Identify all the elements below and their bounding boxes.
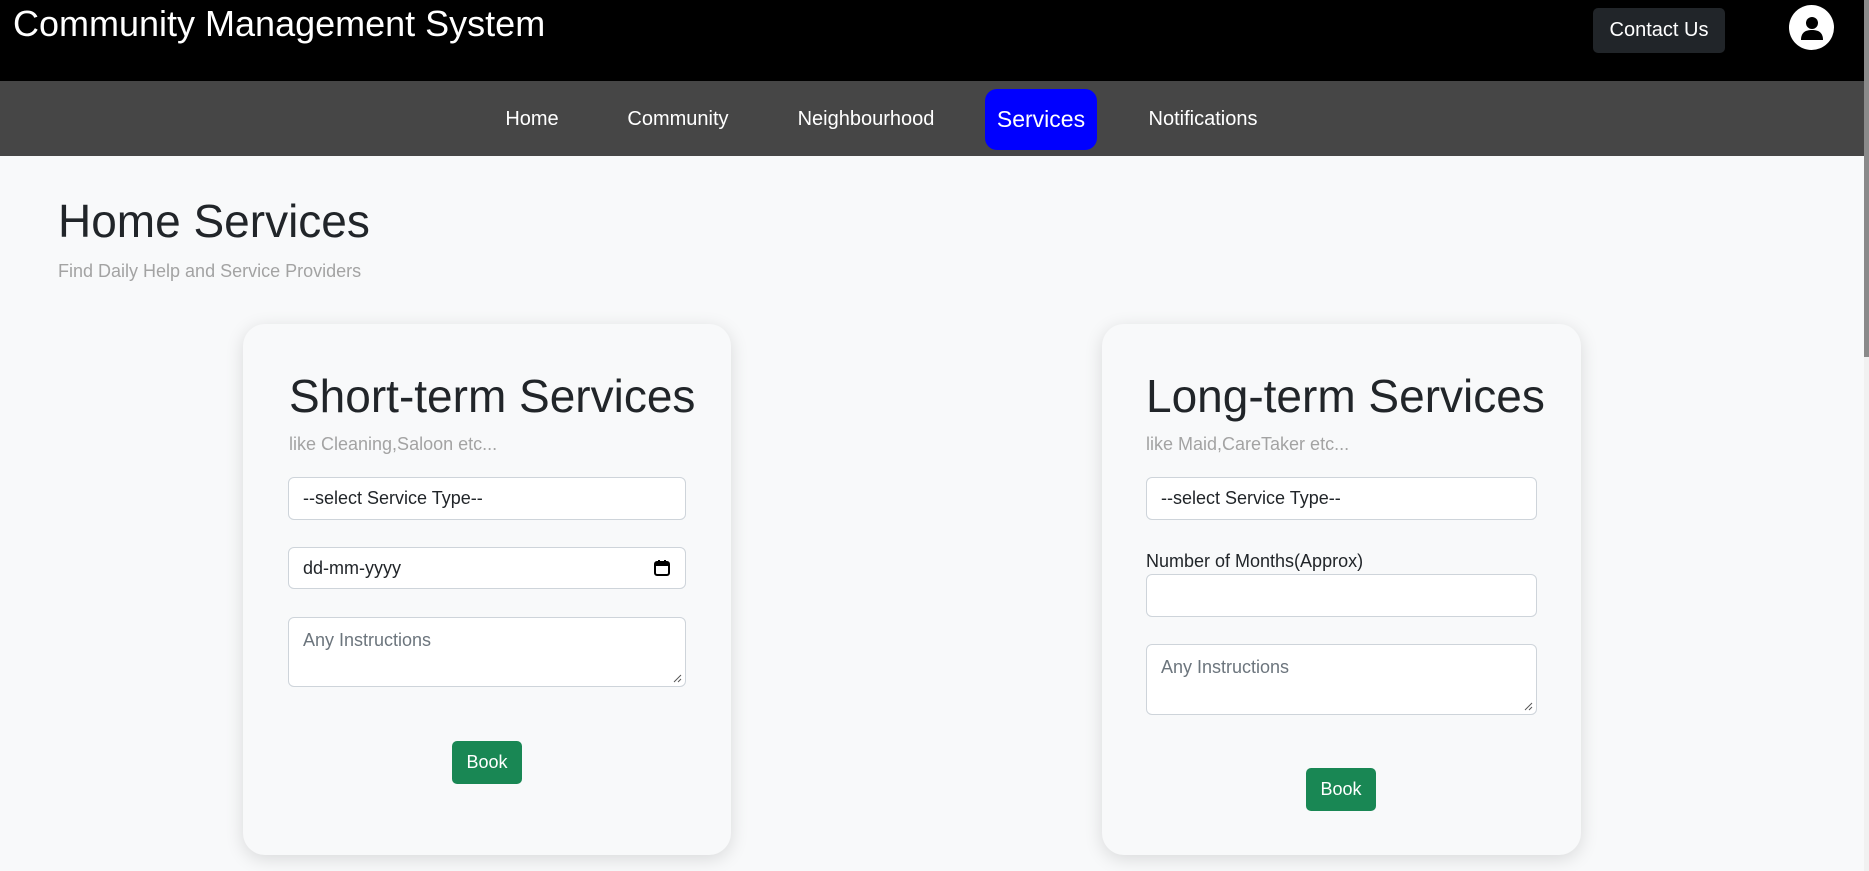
page-title: Home Services bbox=[58, 195, 370, 247]
long-term-service-select[interactable]: --select Service Type-- bbox=[1146, 477, 1537, 520]
scrollbar-thumb[interactable] bbox=[1864, 0, 1869, 357]
long-term-instructions-placeholder: Any Instructions bbox=[1161, 657, 1290, 677]
nav-home[interactable]: Home bbox=[493, 89, 571, 150]
user-avatar-button[interactable] bbox=[1789, 5, 1834, 50]
short-term-instructions-placeholder: Any Instructions bbox=[303, 630, 432, 650]
short-term-service-select-value: --select Service Type-- bbox=[303, 488, 483, 508]
contact-us-button[interactable]: Contact Us bbox=[1593, 8, 1725, 53]
months-input[interactable] bbox=[1146, 574, 1537, 617]
short-term-instructions-textarea[interactable]: Any Instructions bbox=[288, 617, 686, 687]
long-term-title: Long-term Services bbox=[1146, 370, 1545, 422]
short-term-title: Short-term Services bbox=[289, 370, 696, 422]
calendar-icon[interactable] bbox=[653, 559, 671, 577]
top-header: Community Management System Contact Us bbox=[0, 0, 1864, 81]
short-term-service-select[interactable]: --select Service Type-- bbox=[288, 477, 686, 520]
page-scrollbar[interactable] bbox=[1864, 0, 1869, 871]
resize-grip-icon[interactable] bbox=[673, 674, 682, 683]
long-term-services-card: Long-term Services like Maid,CareTaker e… bbox=[1102, 324, 1581, 855]
user-circle-icon bbox=[1800, 16, 1823, 40]
short-term-subtitle: like Cleaning,Saloon etc... bbox=[289, 434, 498, 454]
app-title: Community Management System bbox=[13, 3, 546, 44]
page-subtitle: Find Daily Help and Service Providers bbox=[58, 261, 362, 281]
short-term-book-button[interactable]: Book bbox=[452, 741, 522, 784]
nav-community[interactable]: Community bbox=[616, 89, 740, 150]
long-term-book-button[interactable]: Book bbox=[1306, 768, 1376, 811]
short-term-date-value: dd-mm-yyyy bbox=[303, 557, 401, 578]
long-term-instructions-textarea[interactable]: Any Instructions bbox=[1146, 644, 1537, 715]
nav-notifications[interactable]: Notifications bbox=[1138, 89, 1268, 150]
months-label: Number of Months(Approx) bbox=[1146, 551, 1364, 571]
nav-services[interactable]: Services bbox=[985, 89, 1097, 150]
resize-grip-icon[interactable] bbox=[1524, 702, 1533, 711]
short-term-date-input[interactable]: dd-mm-yyyy bbox=[288, 547, 686, 589]
main-nav: Home Community Neighbourhood Services No… bbox=[0, 81, 1864, 156]
nav-neighbourhood[interactable]: Neighbourhood bbox=[786, 89, 946, 150]
long-term-subtitle: like Maid,CareTaker etc... bbox=[1146, 434, 1350, 454]
short-term-services-card: Short-term Services like Cleaning,Saloon… bbox=[243, 324, 731, 855]
long-term-service-select-value: --select Service Type-- bbox=[1161, 488, 1341, 508]
